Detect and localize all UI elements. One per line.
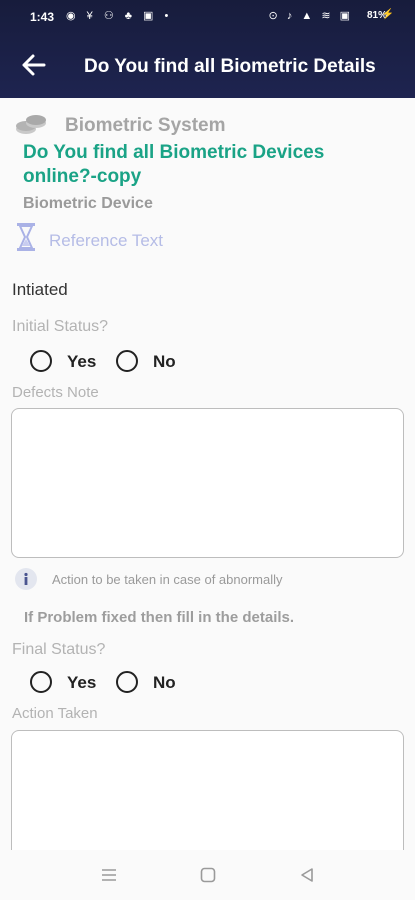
final-status-no-label: No bbox=[153, 673, 176, 692]
final-status-no-radio[interactable] bbox=[116, 671, 138, 693]
hourglass-icon bbox=[16, 222, 36, 252]
charging-icon: ⚡ bbox=[381, 9, 394, 20]
device-label: Biometric Device bbox=[23, 195, 153, 212]
initial-status-label: Initial Status? bbox=[12, 318, 109, 335]
form-content: Biometric System Do You find all Biometr… bbox=[0, 98, 415, 870]
question-text: Do You find all Biometric Devices online… bbox=[23, 142, 325, 187]
action-taken-label: Action Taken bbox=[12, 705, 98, 722]
initial-status-no-label: No bbox=[153, 352, 176, 371]
coins-icon bbox=[14, 114, 50, 136]
final-status-label: Final Status? bbox=[12, 641, 106, 658]
final-status-radio-group: Yes No bbox=[28, 671, 208, 695]
defects-note-label: Defects Note bbox=[12, 384, 99, 401]
initial-status-no-radio[interactable] bbox=[116, 350, 138, 372]
fix-hint: If Problem fixed then fill in the detail… bbox=[24, 609, 295, 626]
notification-icons: ◉ ¥ ⚇ ♣ ▣ • bbox=[66, 10, 173, 22]
back-triangle-icon[interactable] bbox=[298, 866, 316, 889]
action-taken-input[interactable] bbox=[11, 730, 404, 870]
initial-status-yes-label: Yes bbox=[67, 352, 97, 371]
reference-text-link[interactable]: Reference Text bbox=[49, 231, 163, 251]
initial-status-yes-radio[interactable] bbox=[30, 350, 52, 372]
menu-icon[interactable] bbox=[100, 866, 118, 889]
page-title: Do You find all Biometric Details bbox=[84, 56, 376, 77]
defects-note-input[interactable] bbox=[11, 408, 404, 558]
initial-status-radio-group: Yes No bbox=[28, 350, 208, 374]
info-icon bbox=[15, 568, 37, 590]
system-name: Biometric System bbox=[65, 115, 226, 136]
app-bar: 1:43 ◉ ¥ ⚇ ♣ ▣ • ⊙ ♪ ▲ ≋ ▣ 81% ⚡ Do You … bbox=[0, 0, 415, 98]
stage-label: Intiated bbox=[12, 280, 68, 299]
home-square-icon[interactable] bbox=[199, 866, 217, 889]
final-status-yes-radio[interactable] bbox=[30, 671, 52, 693]
back-arrow-icon[interactable] bbox=[20, 52, 48, 78]
status-bar: 1:43 ◉ ¥ ⚇ ♣ ▣ • ⊙ ♪ ▲ ≋ ▣ 81% ⚡ bbox=[0, 0, 415, 34]
status-time: 1:43 bbox=[30, 10, 55, 24]
system-icons: ⊙ ♪ ▲ ≋ ▣ bbox=[268, 10, 353, 22]
system-nav-bar bbox=[0, 850, 415, 900]
final-status-yes-label: Yes bbox=[67, 673, 97, 692]
info-note: Action to be taken in case of abnormally bbox=[52, 572, 283, 587]
